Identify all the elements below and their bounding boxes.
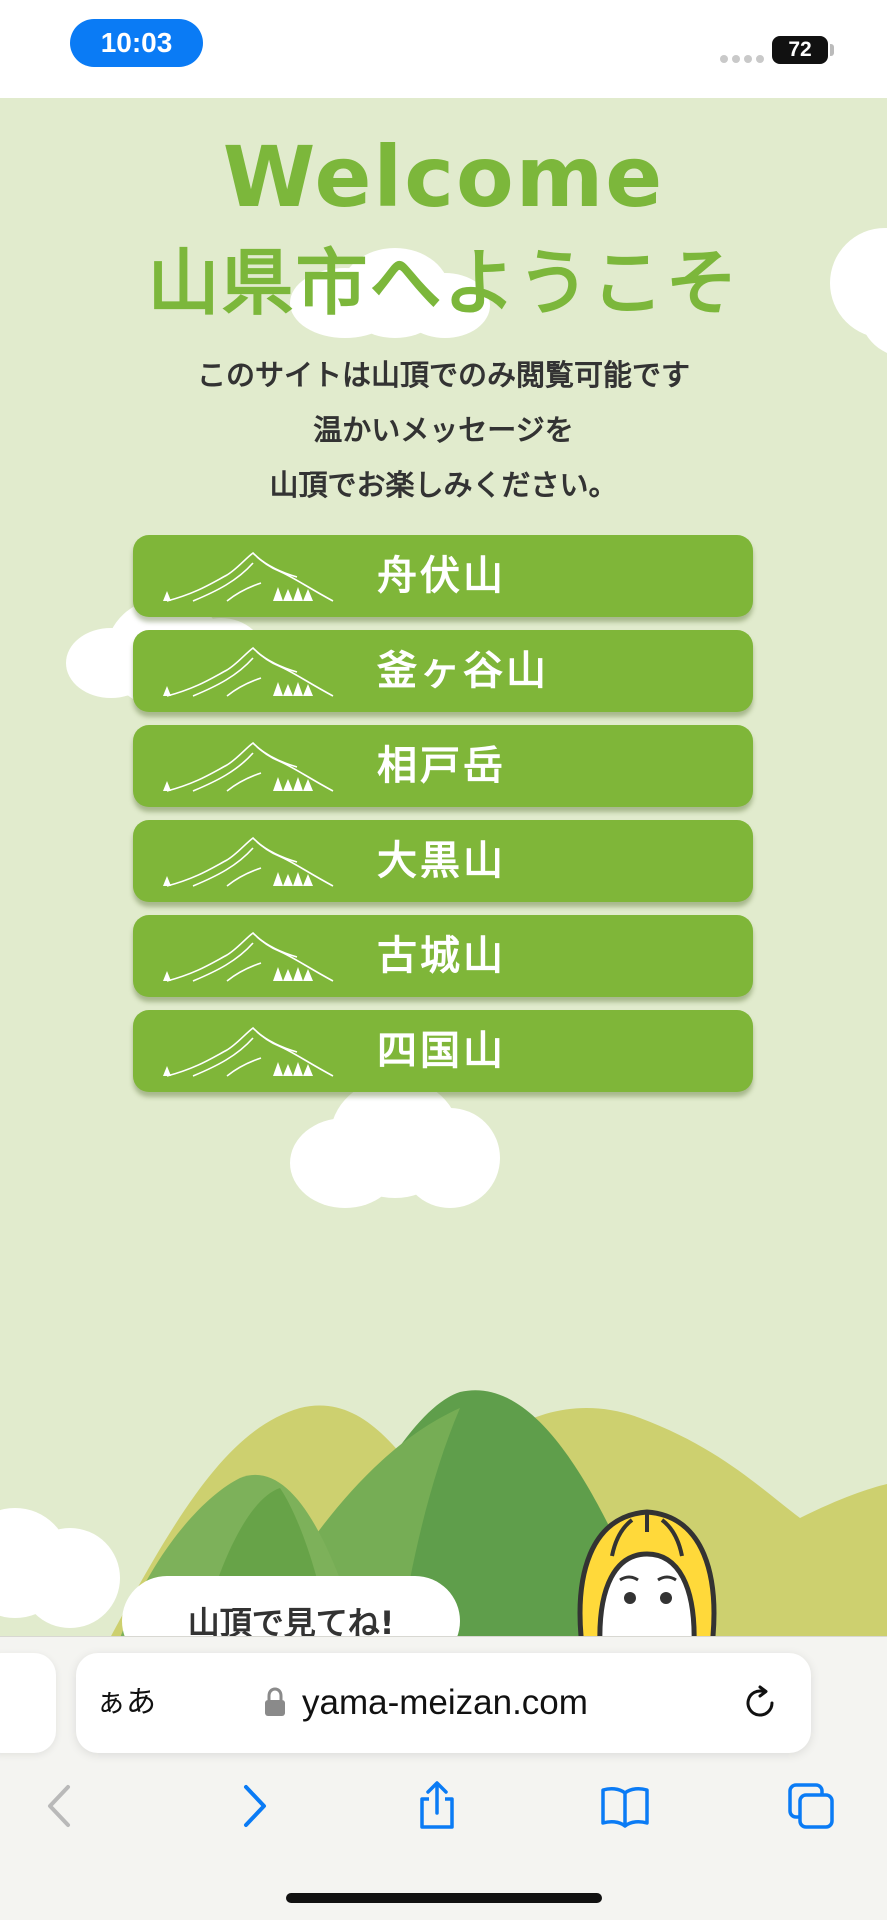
- battery-icon: 72: [772, 36, 828, 64]
- intro-line: 山頂でお楽しみください。: [269, 468, 618, 502]
- home-indicator[interactable]: [286, 1893, 602, 1903]
- mountain-name: 四国山: [377, 1028, 506, 1074]
- cloud-decoration: [290, 1078, 500, 1208]
- signal-icon: [720, 55, 764, 63]
- mountain-button-kamagayayama[interactable]: 釜ヶ谷山: [133, 630, 753, 712]
- mountain-button-aidodake[interactable]: 相戸岳: [133, 725, 753, 807]
- speech-bubble-text: 山頂で見てね!: [187, 1604, 395, 1636]
- status-bar: 10:03 72: [0, 0, 887, 98]
- mountain-name: 舟伏山: [377, 553, 506, 599]
- mountain-name: 相戸岳: [377, 743, 506, 789]
- welcome-heading-en: Welcome: [222, 128, 665, 226]
- mountain-button-funabuseyama[interactable]: 舟伏山: [133, 535, 753, 617]
- mountain-line-icon: [163, 1026, 334, 1077]
- mountain-name: 大黒山: [377, 838, 506, 884]
- speech-bubble: 山頂で見てね!: [122, 1576, 460, 1636]
- web-page: Welcome 山県市へようこそ このサイトは山頂でのみ閲覧可能です 温かいメッ…: [0, 98, 887, 1636]
- mountain-line-icon: [163, 931, 334, 982]
- previous-tab[interactable]: [0, 1653, 56, 1753]
- reload-icon[interactable]: [740, 1683, 780, 1723]
- mountain-name: 古城山: [377, 933, 506, 979]
- battery-nub: [830, 44, 834, 56]
- mountain-button-daikokuyama[interactable]: 大黒山: [133, 820, 753, 902]
- lock-icon: [265, 1687, 285, 1716]
- intro-line: このサイトは山頂でのみ閲覧可能です: [196, 358, 690, 392]
- mascot-character-icon: [577, 1509, 717, 1636]
- url-text[interactable]: yama-meizan.com: [302, 1653, 588, 1753]
- browser-toolbar: ぁあ yama-meizan.com: [0, 1636, 887, 1920]
- book-icon[interactable]: [600, 1781, 650, 1831]
- status-time[interactable]: 10:03: [70, 19, 203, 67]
- chevron-right-icon[interactable]: [228, 1781, 278, 1831]
- mountain-line-icon: [163, 551, 334, 602]
- share-icon[interactable]: [412, 1781, 462, 1831]
- tabs-icon[interactable]: [786, 1781, 836, 1831]
- mountain-line-icon: [163, 646, 334, 697]
- mountain-button-shikokuyama[interactable]: 四国山: [133, 1010, 753, 1092]
- chevron-left-icon[interactable]: [36, 1781, 86, 1831]
- mountain-name: 釜ヶ谷山: [377, 648, 549, 694]
- reader-settings-button[interactable]: ぁあ: [96, 1653, 156, 1753]
- address-bar[interactable]: ぁあ yama-meizan.com: [76, 1653, 811, 1753]
- intro-line: 温かいメッセージを: [313, 413, 574, 447]
- mountain-button-kojoyama[interactable]: 古城山: [133, 915, 753, 997]
- intro-text: このサイトは山頂でのみ閲覧可能です 温かいメッセージを 山頂でお楽しみください。: [0, 348, 887, 513]
- mountain-line-icon: [163, 741, 334, 792]
- welcome-heading-ja: 山県市へようこそ: [147, 241, 740, 325]
- mountain-line-icon: [163, 836, 334, 887]
